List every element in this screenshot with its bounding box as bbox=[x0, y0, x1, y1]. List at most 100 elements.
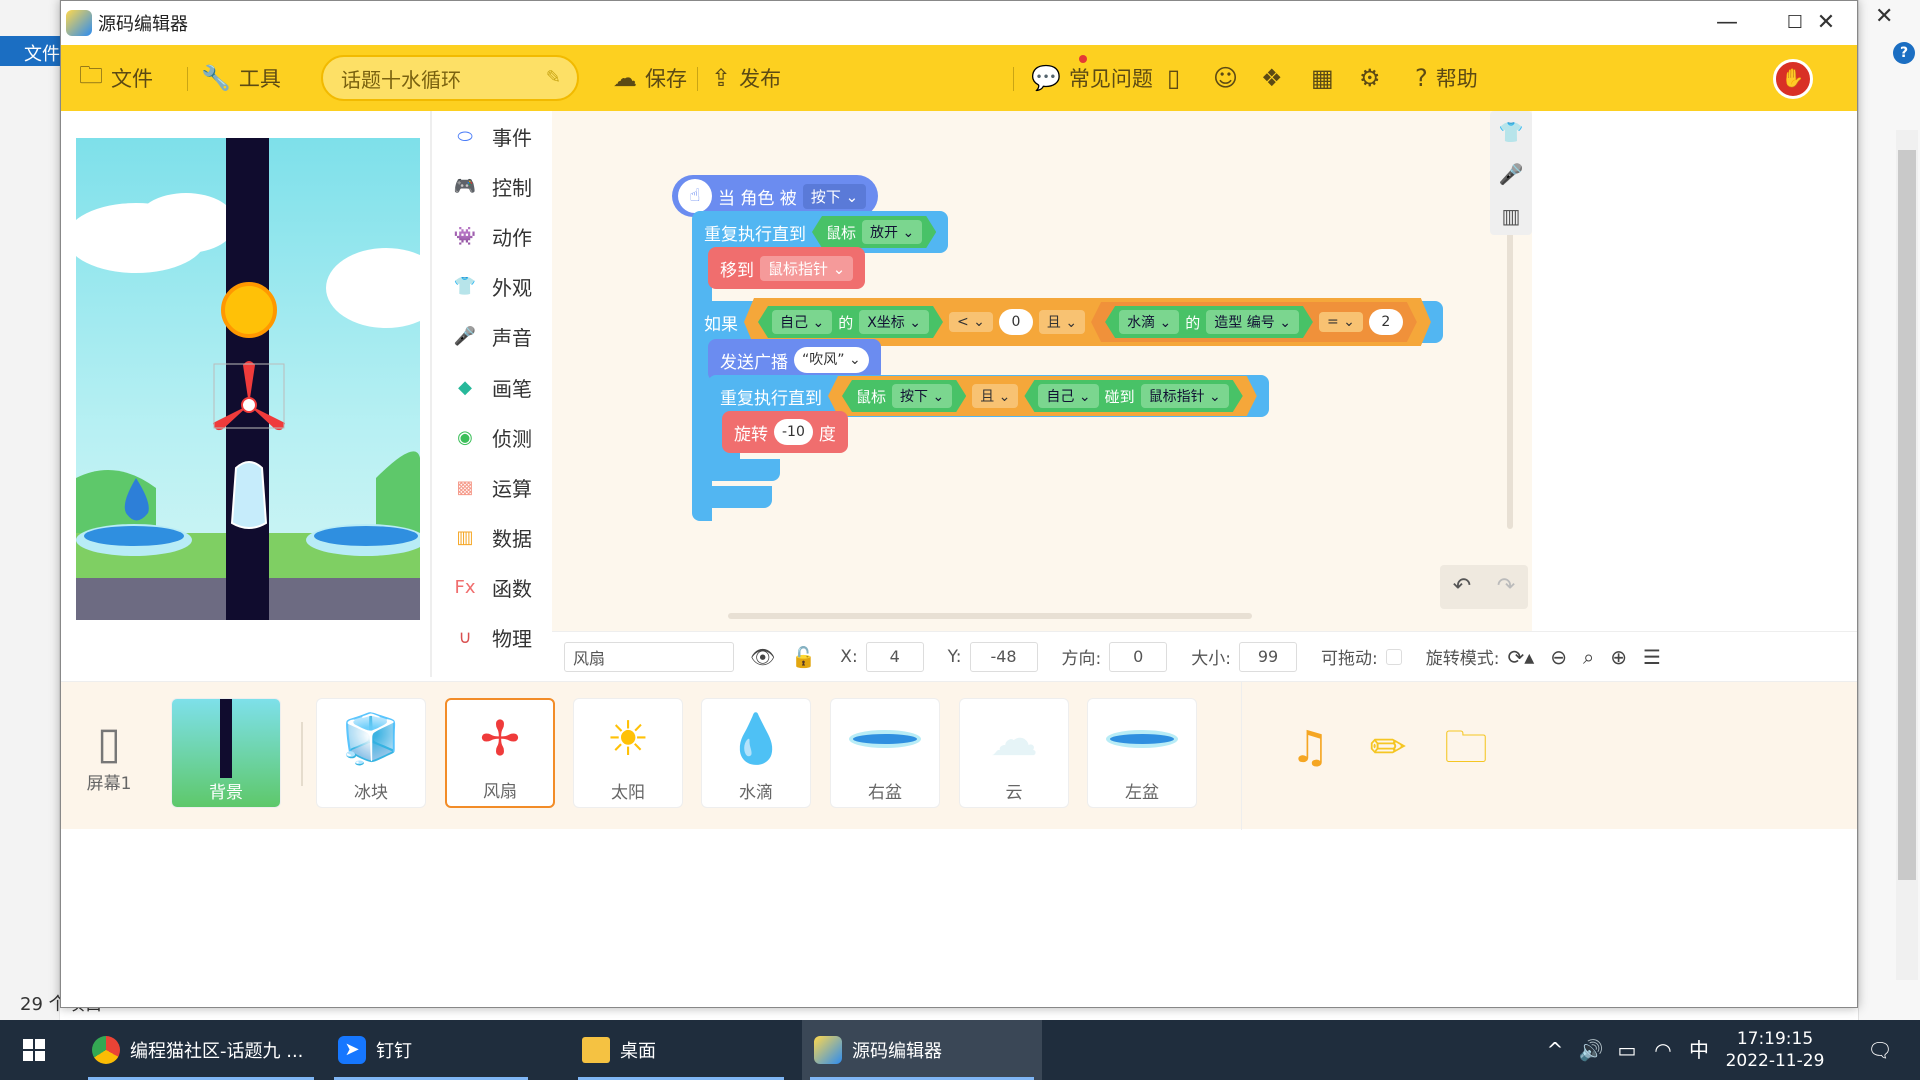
chart-tool-button[interactable]: ▥ bbox=[1490, 195, 1532, 237]
user-avatar[interactable]: ✋ bbox=[1773, 59, 1813, 99]
robot-button[interactable]: ☺ bbox=[1213, 45, 1238, 111]
category-event[interactable]: ⬭ 事件 bbox=[432, 111, 552, 161]
rotate-block[interactable]: 旋转 -10 度 bbox=[722, 411, 848, 453]
taskbar-chrome[interactable]: 编程猫社区-话题九 ... bbox=[80, 1020, 322, 1080]
y-input[interactable]: -48 bbox=[969, 641, 1038, 672]
mouse-state-dropdown[interactable]: 放开 ⌄ bbox=[862, 220, 922, 244]
menu-icon[interactable]: ☰ bbox=[1643, 645, 1661, 669]
sprite-card-fan[interactable]: ✢ 风扇 bbox=[445, 698, 555, 808]
equals-condition[interactable]: 水滴 ⌄ 的 造型 编号 ⌄ = ⌄ 2 bbox=[1091, 302, 1417, 342]
sound-tool-button[interactable]: 🎤 bbox=[1490, 153, 1532, 195]
publish-button[interactable]: ⇪ 发布 bbox=[711, 45, 781, 111]
costume-prop-dropdown[interactable]: 造型 编号 ⌄ bbox=[1206, 310, 1299, 334]
object-dropdown[interactable]: 自己 ⌄ bbox=[772, 310, 832, 334]
explorer-file-tab[interactable]: 文件 bbox=[0, 36, 60, 66]
code-workspace[interactable]: ☝ 当 角色 被 按下 ⌄ 重复执行直到 鼠标 放开 ⌄ 移到 鼠标指针 ⌄ 如… bbox=[552, 111, 1532, 641]
taskbar-dingtalk[interactable]: ➤ 钉钉 bbox=[326, 1020, 536, 1080]
workspace-horizontal-scrollbar[interactable] bbox=[728, 613, 1252, 619]
x-input[interactable]: 4 bbox=[865, 641, 924, 672]
category-sound[interactable]: 🎤 声音 bbox=[432, 312, 552, 362]
size-input[interactable]: 99 bbox=[1239, 641, 1297, 672]
category-data[interactable]: ▥ 数据 bbox=[432, 513, 552, 563]
category-pen[interactable]: ◆ 画笔 bbox=[432, 362, 552, 412]
event-trigger-dropdown[interactable]: 按下 ⌄ bbox=[802, 183, 867, 209]
start-button[interactable] bbox=[0, 1020, 68, 1080]
taskbar-source-editor[interactable]: 源码编辑器 bbox=[802, 1020, 1042, 1080]
taskbar-desktop[interactable]: 桌面 bbox=[570, 1020, 792, 1080]
mouse-state-condition[interactable]: 鼠标 放开 ⌄ bbox=[812, 216, 936, 248]
tray-chevron-up-icon[interactable]: ^ bbox=[1540, 1020, 1570, 1080]
broadcast-message-dropdown[interactable]: “吹风” ⌄ bbox=[794, 347, 869, 373]
sprite-dropdown[interactable]: 水滴 ⌄ bbox=[1119, 310, 1179, 334]
explorer-scroll-thumb[interactable] bbox=[1898, 150, 1916, 880]
inner-mouse-dropdown[interactable]: 按下 ⌄ bbox=[892, 384, 952, 408]
costume-tool-button[interactable]: 👕 bbox=[1490, 111, 1532, 153]
sprite-card-background[interactable]: 背景 bbox=[171, 698, 281, 808]
compare-condition[interactable]: 自己 ⌄ 的 X坐标 ⌄ bbox=[758, 306, 943, 338]
zoom-reset-icon[interactable]: ⌕ bbox=[1583, 645, 1594, 669]
redo-button[interactable]: ↷ bbox=[1484, 565, 1528, 609]
compare-value-input[interactable]: 0 bbox=[999, 309, 1033, 335]
project-name-input[interactable]: 话题十水循环 ✎ bbox=[321, 55, 579, 101]
category-functions[interactable]: Fx 函数 bbox=[432, 563, 552, 613]
sprite-card-drop[interactable]: 💧 水滴 bbox=[701, 698, 811, 808]
system-clock[interactable]: 17:19:15 2022-11-29 bbox=[1715, 1028, 1835, 1072]
move-target-dropdown[interactable]: 鼠标指针 ⌄ bbox=[760, 255, 854, 281]
add-folder-icon[interactable]: 🗀 bbox=[1438, 720, 1494, 776]
operator-dropdown[interactable]: < ⌄ bbox=[949, 312, 993, 332]
explorer-help-icon[interactable]: ? bbox=[1893, 42, 1915, 64]
rotate-degrees-input[interactable]: -10 bbox=[774, 419, 813, 445]
sprite-card-left-basin[interactable]: 左盆 bbox=[1087, 698, 1197, 808]
workspace-vertical-scrollbar[interactable] bbox=[1507, 229, 1513, 529]
touch-condition[interactable]: 自己 ⌄ 碰到 鼠标指针 ⌄ bbox=[1024, 380, 1242, 412]
sprite-card-right-basin[interactable]: 右盆 bbox=[830, 698, 940, 808]
draggable-checkbox[interactable] bbox=[1385, 648, 1402, 665]
inner-and-condition[interactable]: 鼠标 按下 ⌄ 且 ⌄ 自己 ⌄ 碰到 鼠标指针 ⌄ bbox=[828, 376, 1257, 416]
tools-menu-button[interactable]: 🔧 工具 bbox=[201, 45, 281, 111]
settings-button[interactable]: ⚙ bbox=[1359, 45, 1381, 111]
costume-value-input[interactable]: 2 bbox=[1369, 309, 1403, 335]
category-motion[interactable]: 👾 动作 bbox=[432, 211, 552, 261]
touch-object-dropdown[interactable]: 自己 ⌄ bbox=[1038, 384, 1098, 408]
category-control[interactable]: 🎮 控制 bbox=[432, 161, 552, 211]
touch-target-dropdown[interactable]: 鼠标指针 ⌄ bbox=[1141, 384, 1229, 408]
notification-center-icon[interactable]: 🗨 bbox=[1855, 1020, 1905, 1080]
battery-icon[interactable]: ▭ bbox=[1612, 1020, 1642, 1080]
file-menu-button[interactable]: 🗀 文件 bbox=[79, 45, 153, 111]
explorer-close-icon[interactable]: ✕ bbox=[1875, 4, 1893, 29]
logic-dropdown[interactable]: 且 ⌄ bbox=[1039, 310, 1085, 334]
equals-operator-dropdown[interactable]: = ⌄ bbox=[1319, 312, 1363, 332]
sun-sprite[interactable] bbox=[221, 282, 277, 338]
calendar-button[interactable]: ▦ bbox=[1311, 45, 1334, 111]
sprite-name-input[interactable]: 风扇 bbox=[564, 641, 734, 672]
device-preview-button[interactable]: ▯ bbox=[1167, 45, 1180, 111]
sprite-card-sun[interactable]: ☀ 太阳 bbox=[573, 698, 683, 808]
extensions-button[interactable]: ❖ bbox=[1261, 45, 1283, 111]
minimize-button[interactable]: — bbox=[1693, 1, 1761, 45]
property-dropdown[interactable]: X坐标 ⌄ bbox=[859, 310, 929, 334]
ime-indicator[interactable]: 中 bbox=[1684, 1020, 1714, 1080]
sprite-card-cloud[interactable]: ☁ 云 bbox=[959, 698, 1069, 808]
zoom-in-icon[interactable]: ⊕ bbox=[1610, 645, 1627, 669]
direction-input[interactable]: 0 bbox=[1109, 641, 1168, 672]
volume-icon[interactable]: 🔊 bbox=[1576, 1020, 1606, 1080]
save-button[interactable]: ☁ 保存 bbox=[613, 45, 687, 111]
ice-bag-sprite[interactable] bbox=[230, 461, 268, 529]
stage-canvas[interactable] bbox=[76, 138, 420, 620]
close-button[interactable]: ✕ bbox=[1793, 1, 1857, 45]
undo-button[interactable]: ↶ bbox=[1440, 565, 1484, 609]
category-sensing[interactable]: ◉ 侦测 bbox=[432, 412, 552, 462]
paint-pencil-icon[interactable]: ✏ bbox=[1360, 720, 1416, 776]
network-icon[interactable]: ◠ bbox=[1648, 1020, 1678, 1080]
rotation-mode-dropdown[interactable]: ⟳▴ bbox=[1507, 645, 1534, 669]
eye-icon[interactable]: 👁 bbox=[750, 645, 775, 669]
lock-icon[interactable]: 🔓 bbox=[791, 645, 816, 669]
costume-condition[interactable]: 水滴 ⌄ 的 造型 编号 ⌄ bbox=[1105, 306, 1313, 338]
category-operators[interactable]: ▩ 运算 bbox=[432, 462, 552, 512]
category-looks[interactable]: 👕 外观 bbox=[432, 262, 552, 312]
zoom-out-icon[interactable]: ⊖ bbox=[1550, 645, 1567, 669]
music-note-icon[interactable]: ♫ bbox=[1282, 720, 1338, 776]
inner-mouse-condition[interactable]: 鼠标 按下 ⌄ bbox=[842, 380, 966, 412]
help-button[interactable]: ? 帮助 bbox=[1415, 45, 1478, 111]
sprite-card-ice[interactable]: 🧊 冰块 bbox=[316, 698, 426, 808]
